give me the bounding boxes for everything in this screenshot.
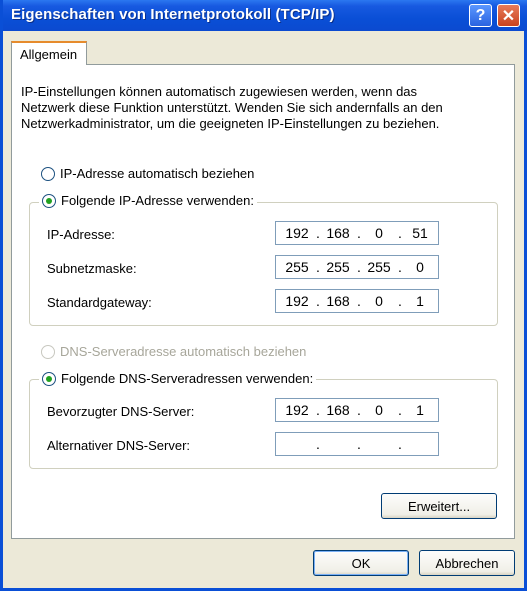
advanced-button-label: Erweitert... [407,498,471,514]
ip-octet: 0 [375,402,383,418]
dns-manual-radio[interactable] [42,371,56,386]
subnet-mask-label: Subnetzmaske: [47,261,137,276]
octet-separator: . [398,436,402,452]
ip-manual-label: Folgende IP-Adresse verwenden: [61,193,254,208]
advanced-button[interactable]: Erweitert... [381,493,497,519]
ip-octet: 0 [375,225,383,241]
ip-octet: 255 [326,259,350,275]
dns-auto-label: DNS-Serveradresse automatisch beziehen [60,344,307,359]
ok-button[interactable]: OK [313,550,409,576]
octet-separator: . [316,402,320,418]
ip-octet: 1 [416,402,424,418]
tab-general[interactable]: Allgemein [11,41,87,65]
octet-separator: . [398,259,402,275]
window-title: Eigenschaften von Internetprotokoll (TCP… [11,6,335,23]
dns-manual-label: Folgende DNS-Serveradressen verwenden: [61,371,314,386]
octet-separator: . [398,293,402,309]
octet-separator: . [316,293,320,309]
ip-address-label: IP-Adresse: [47,227,115,242]
ip-octet: 255 [367,259,391,275]
default-gateway-label: Standardgateway: [47,295,152,310]
ip-octet: 168 [326,225,350,241]
description-text: IP-Einstellungen können automatisch zuge… [21,84,443,131]
octet-separator: . [316,259,320,275]
octet-separator: . [316,436,320,452]
octet-separator: . [316,225,320,241]
ip-octet: 192 [285,225,309,241]
ip-octet: 0 [375,293,383,309]
octet-separator: . [357,293,361,309]
cancel-button-label: Abbrechen [435,555,499,571]
ip-auto-option[interactable]: IP-Adresse automatisch beziehen [41,166,254,181]
title-bar[interactable]: Eigenschaften von Internetprotokoll (TCP… [3,0,527,31]
ip-manual-radio[interactable] [42,193,56,208]
cancel-button[interactable]: Abbrechen [419,550,515,576]
ip-octet: 192 [285,402,309,418]
octet-separator: . [357,225,361,241]
alternate-dns-input[interactable]: . . . [275,432,439,456]
ip-address-input[interactable]: 192 . 168 . 0 . 51 [275,221,439,245]
ip-auto-radio[interactable] [41,166,55,181]
help-button[interactable]: ? [469,4,492,27]
ip-octet: 1 [416,293,424,309]
dns-auto-radio [41,344,55,359]
ip-octet: 51 [412,225,428,241]
octet-separator: . [357,402,361,418]
ip-manual-option[interactable]: Folgende IP-Adresse verwenden: [39,193,257,208]
ip-octet: 255 [285,259,309,275]
close-icon: ✕ [501,7,516,25]
tab-general-label: Allgemein [20,47,78,62]
ip-auto-label: IP-Adresse automatisch beziehen [60,166,255,181]
dns-auto-option: DNS-Serveradresse automatisch beziehen [41,344,306,359]
ip-octet: 192 [285,293,309,309]
close-button[interactable]: ✕ [497,4,520,27]
default-gateway-input[interactable]: 192 . 168 . 0 . 1 [275,289,439,313]
alternate-dns-label: Alternativer DNS-Server: [47,438,191,453]
help-icon: ? [475,6,486,24]
preferred-dns-input[interactable]: 192 . 168 . 0 . 1 [275,398,439,422]
preferred-dns-label: Bevorzugter DNS-Server: [47,404,195,419]
octet-separator: . [398,225,402,241]
octet-separator: . [357,259,361,275]
ip-octet: 0 [416,259,424,275]
ip-octet: 168 [326,402,350,418]
dns-manual-option[interactable]: Folgende DNS-Serveradressen verwenden: [39,371,317,386]
octet-separator: . [357,436,361,452]
ip-octet: 168 [326,293,350,309]
ok-button-label: OK [351,555,371,571]
subnet-mask-input[interactable]: 255 . 255 . 255 . 0 [275,255,439,279]
octet-separator: . [398,402,402,418]
